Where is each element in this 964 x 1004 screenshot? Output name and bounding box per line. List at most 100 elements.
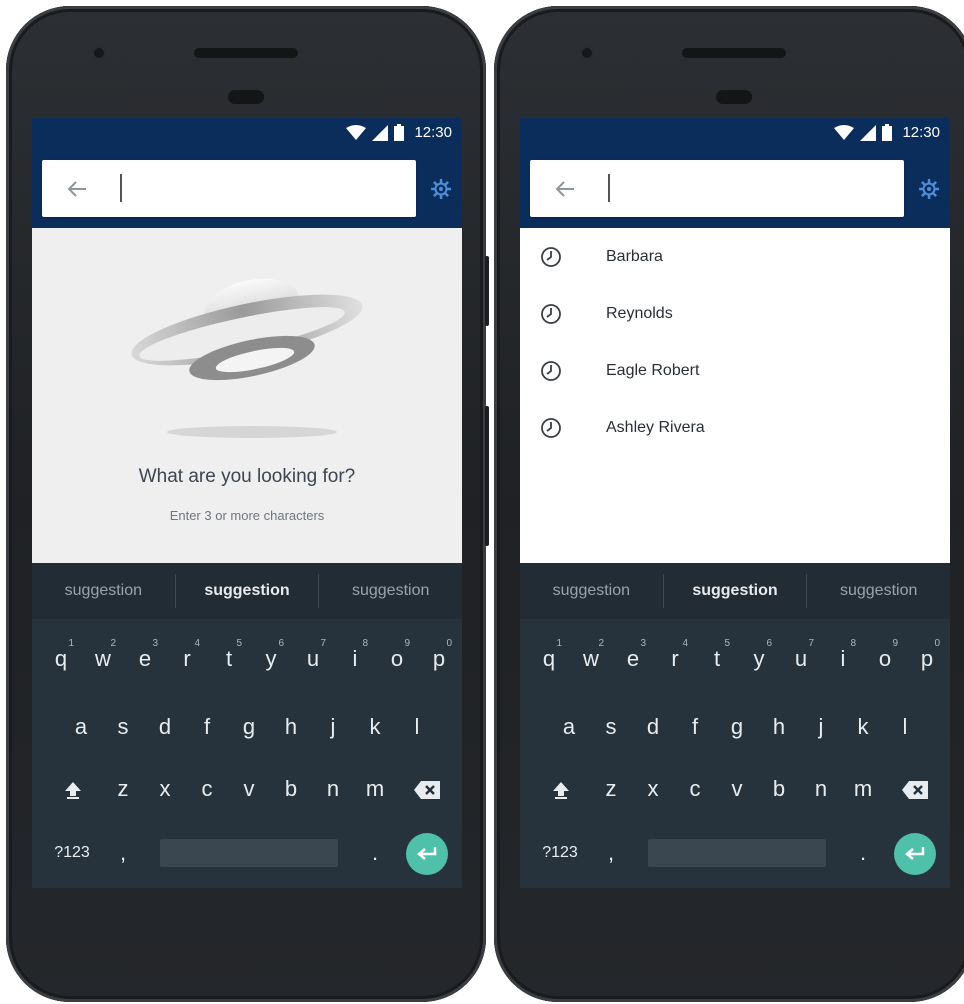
space-bar[interactable] [160,839,338,867]
backspace-key[interactable] [894,759,936,819]
history-item[interactable]: Ashley Rivera [520,399,950,456]
key-k[interactable]: k [842,697,884,757]
key-k[interactable]: k [354,697,396,757]
status-time: 12:30 [414,124,452,141]
search-input[interactable] [42,160,416,217]
key-o[interactable]: o9 [376,629,418,689]
period-key[interactable]: . [842,823,884,883]
key-x[interactable]: x [144,759,186,819]
key-w[interactable]: w2 [82,629,124,689]
history-item-label: Reynolds [606,304,673,322]
signal-icon [860,124,877,141]
enter-icon [905,847,925,860]
history-item[interactable]: Barbara [520,228,950,285]
gear-icon[interactable] [918,178,940,200]
key-l[interactable]: l [884,697,926,757]
key-p[interactable]: p0 [418,629,460,689]
key-m[interactable]: m [842,759,884,819]
key-y[interactable]: y6 [250,629,292,689]
status-bar: 12:30 [520,118,950,148]
phone-frame-right: 12:30 Barbara Reynolds Eagle Robert Ashl… [494,6,964,1002]
key-d[interactable]: d [632,697,674,757]
key-f[interactable]: f [674,697,716,757]
key-m[interactable]: m [354,759,396,819]
key-a[interactable]: a [548,697,590,757]
key-n[interactable]: n [800,759,842,819]
space-bar[interactable] [648,839,826,867]
text-cursor [608,174,610,202]
comma-key[interactable]: , [590,823,632,883]
key-z[interactable]: z [590,759,632,819]
shift-key[interactable] [540,759,582,819]
battery-icon [882,124,893,141]
key-r[interactable]: r4 [654,629,696,689]
suggestion-item[interactable]: suggestion [32,582,175,600]
key-d[interactable]: d [144,697,186,757]
key-h[interactable]: h [270,697,312,757]
key-c[interactable]: c [186,759,228,819]
search-input[interactable] [530,160,904,217]
key-x[interactable]: x [632,759,674,819]
key-j[interactable]: j [312,697,354,757]
status-bar: 12:30 [32,118,462,148]
key-g[interactable]: g [716,697,758,757]
back-arrow-icon[interactable] [66,178,88,200]
clock-icon [541,360,561,381]
key-s[interactable]: s [590,697,632,757]
key-v[interactable]: v [228,759,270,819]
key-c[interactable]: c [674,759,716,819]
key-r[interactable]: r4 [166,629,208,689]
enter-key[interactable] [894,833,936,875]
suggestion-item[interactable]: suggestion [520,582,663,600]
key-t[interactable]: t5 [208,629,250,689]
empty-state: What are you looking for? Enter 3 or mor… [32,228,462,563]
key-i[interactable]: i8 [334,629,376,689]
key-w[interactable]: w2 [570,629,612,689]
suggestion-strip: suggestion suggestion suggestion [32,563,462,619]
key-u[interactable]: u7 [292,629,334,689]
period-key[interactable]: . [354,823,396,883]
key-o[interactable]: o9 [864,629,906,689]
clock-icon [541,246,561,267]
key-u[interactable]: u7 [780,629,822,689]
key-b[interactable]: b [270,759,312,819]
key-a[interactable]: a [60,697,102,757]
key-n[interactable]: n [312,759,354,819]
history-item[interactable]: Eagle Robert [520,342,950,399]
proximity-sensor [228,90,264,104]
key-v[interactable]: v [716,759,758,819]
search-app-bar [520,148,950,228]
earpiece-speaker [682,48,786,58]
key-j[interactable]: j [800,697,842,757]
key-h[interactable]: h [758,697,800,757]
key-y[interactable]: y6 [738,629,780,689]
suggestion-item-primary[interactable]: suggestion [664,582,807,600]
back-arrow-icon[interactable] [554,178,576,200]
comma-key[interactable]: , [102,823,144,883]
key-e[interactable]: e3 [612,629,654,689]
key-s[interactable]: s [102,697,144,757]
history-item[interactable]: Reynolds [520,285,950,342]
key-l[interactable]: l [396,697,438,757]
key-g[interactable]: g [228,697,270,757]
key-e[interactable]: e3 [124,629,166,689]
key-f[interactable]: f [186,697,228,757]
key-q[interactable]: q1 [528,629,570,689]
backspace-key[interactable] [406,759,448,819]
key-q[interactable]: q1 [40,629,82,689]
key-i[interactable]: i8 [822,629,864,689]
suggestion-item[interactable]: suggestion [807,582,950,600]
shift-key[interactable] [52,759,94,819]
shift-icon [65,782,81,800]
symbols-key[interactable]: ?123 [540,823,580,883]
suggestion-item[interactable]: suggestion [319,582,462,600]
symbols-key[interactable]: ?123 [52,823,92,883]
key-t[interactable]: t5 [696,629,738,689]
key-b[interactable]: b [758,759,800,819]
gear-icon[interactable] [430,178,452,200]
key-p[interactable]: p0 [906,629,948,689]
key-z[interactable]: z [102,759,144,819]
suggestion-item-primary[interactable]: suggestion [176,582,319,600]
enter-key[interactable] [406,833,448,875]
proximity-sensor [716,90,752,104]
